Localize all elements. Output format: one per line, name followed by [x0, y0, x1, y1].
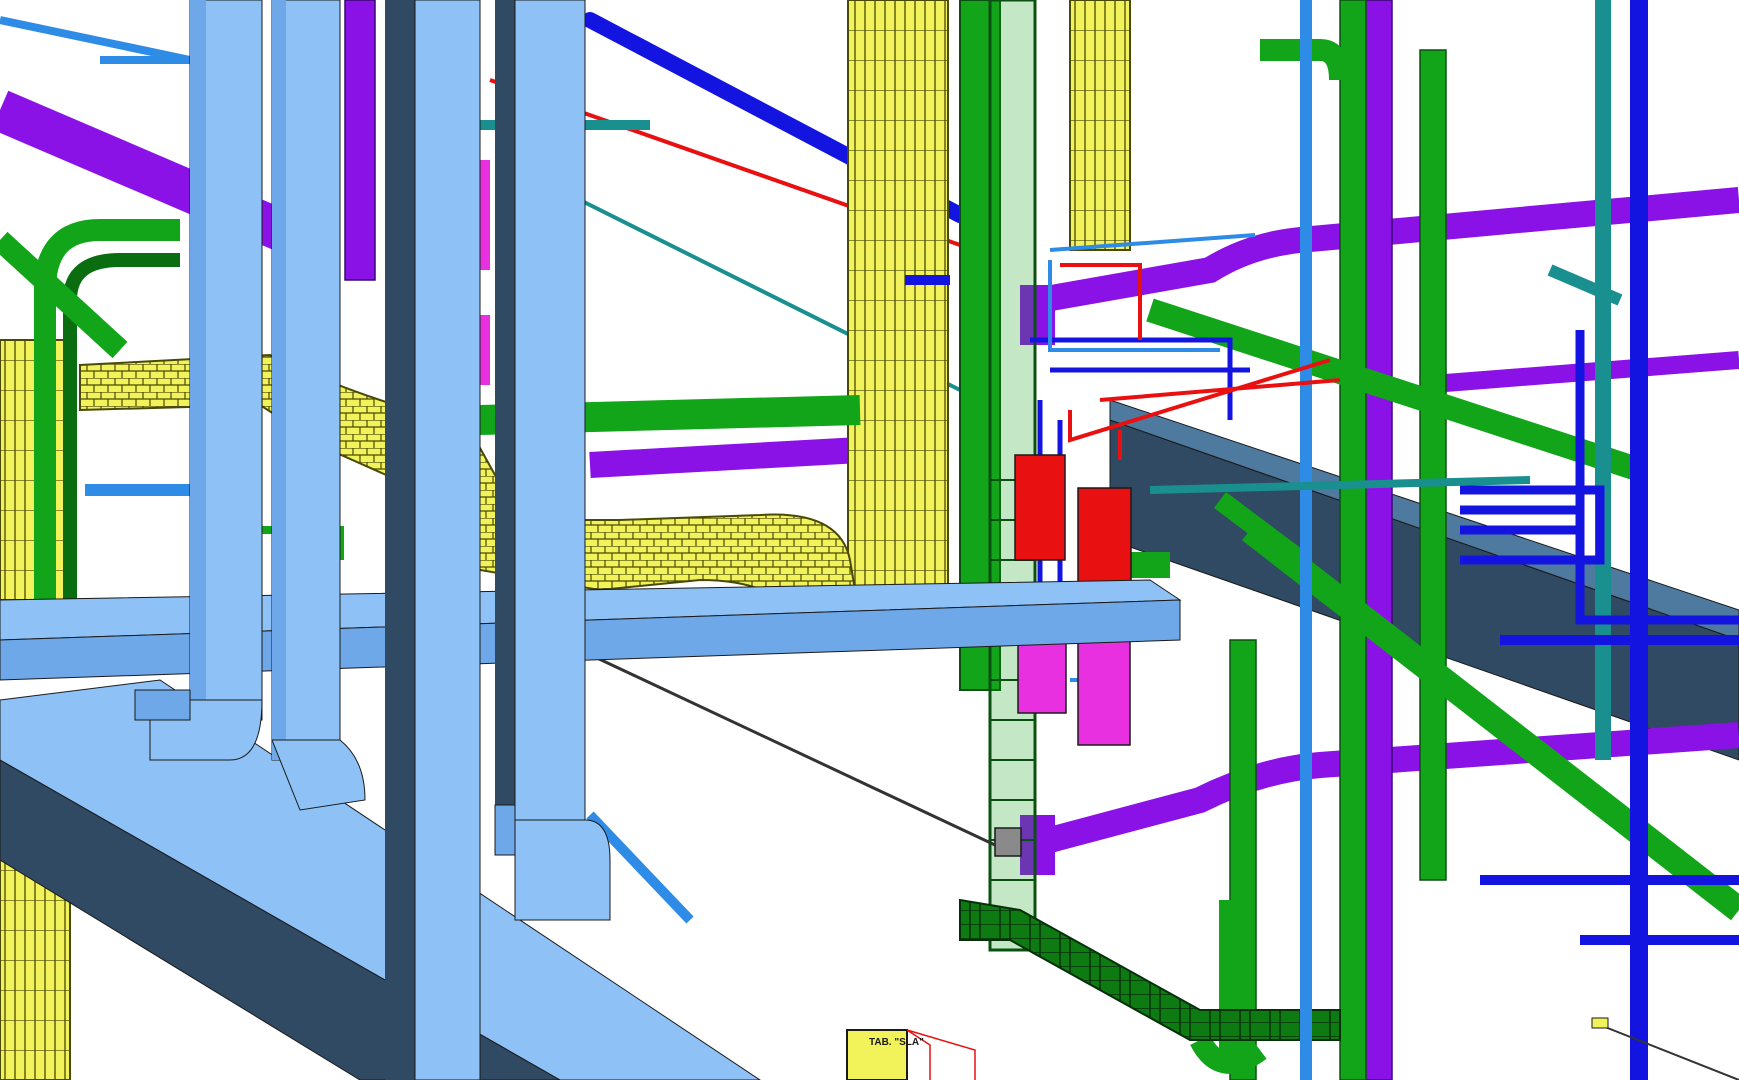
blue-riser-right-1	[1300, 0, 1312, 1080]
duct-flange-1	[134, 689, 191, 721]
purple-riser-left	[344, 0, 376, 281]
junction-box-icon	[994, 827, 1022, 857]
small-yellow-tag	[1591, 1017, 1609, 1029]
blue-riser-right-2	[1630, 0, 1648, 1080]
grey-conduit-diagonal	[579, 648, 996, 847]
ladder-tray-vertical-back	[1069, 0, 1131, 251]
grey-conduit-right	[1599, 1024, 1739, 1080]
duct-vertical-3	[414, 0, 481, 1080]
blue-pipe-top-left	[0, 16, 191, 64]
duct-vertical-4	[514, 0, 586, 831]
purple-pipe-mid-horizontal	[589, 437, 861, 478]
duct-flange-2	[494, 804, 516, 856]
red-electrical-box-1	[1014, 454, 1066, 561]
electrical-panel-icon: TAB. "SLA"	[846, 1029, 976, 1080]
panel-label: TAB. "SLA"	[869, 1037, 924, 1048]
duct-vertical-3-shadow	[385, 0, 415, 1080]
green-tray-bottom	[959, 898, 1341, 1041]
green-riser-right-2	[1419, 49, 1447, 881]
duct-elbow-2	[514, 819, 611, 921]
green-riser-right-4	[1595, 0, 1611, 760]
duct-vertical-1-shade	[190, 0, 206, 720]
magenta-box-2	[1077, 639, 1131, 746]
magenta-strip-2	[480, 315, 490, 385]
magenta-strip	[480, 160, 490, 270]
duct-vertical-4-shadow	[495, 0, 515, 820]
green-riser-right-1	[1339, 0, 1367, 1080]
mep-bim-3d-view: TAB. "SLA"	[0, 0, 1739, 1080]
ladder-tray-vertical-main	[847, 0, 949, 636]
duct-vertical-2-shade	[272, 0, 286, 760]
red-electrical-box-2	[1077, 487, 1132, 594]
